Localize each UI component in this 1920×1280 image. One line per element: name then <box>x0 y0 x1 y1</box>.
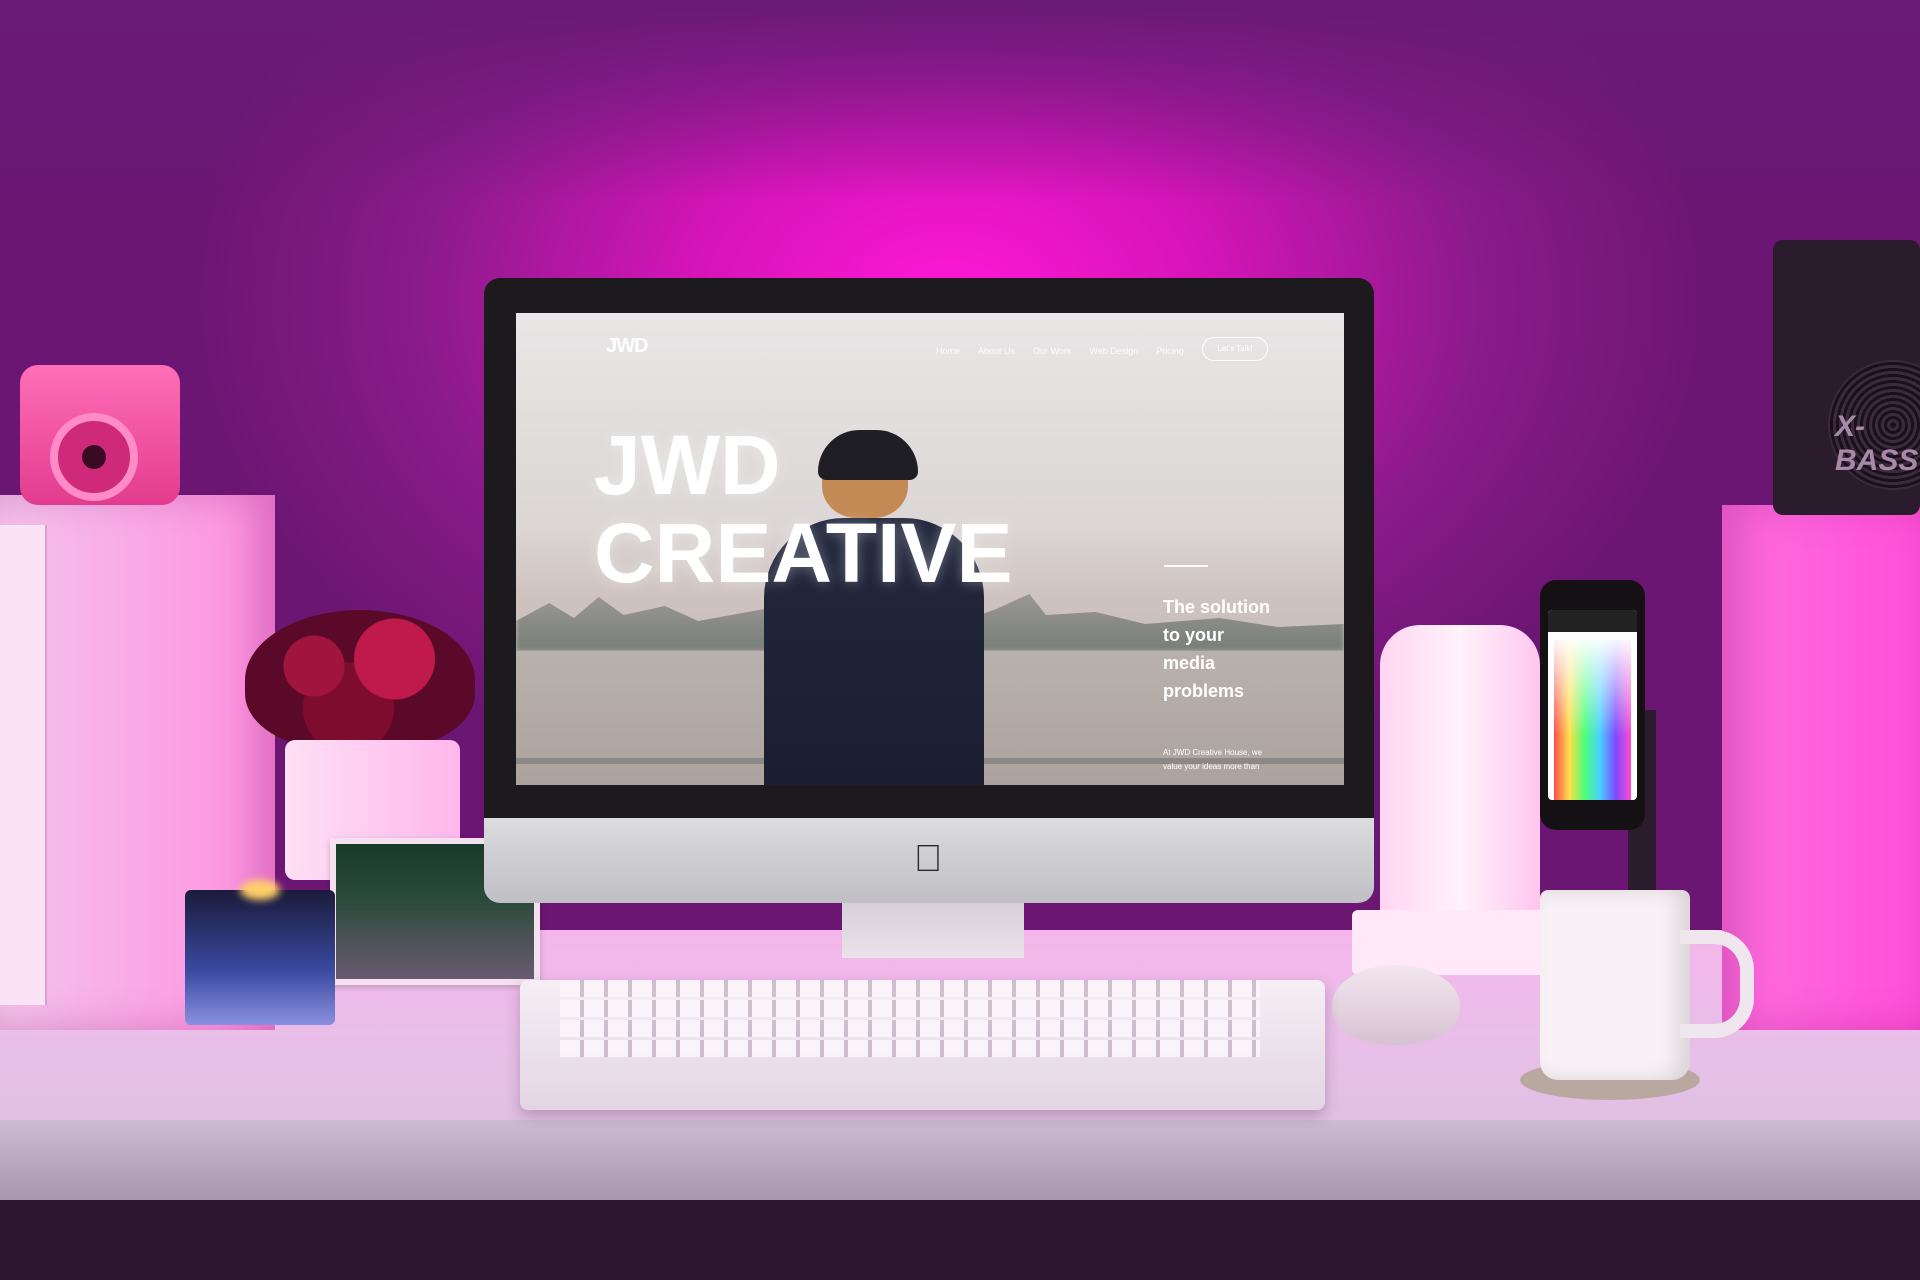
desk-edge <box>0 1120 1920 1200</box>
nav-pricing[interactable]: Pricing <box>1156 346 1184 356</box>
hero-body-text: At JWD Creative House, we value your ide… <box>1163 748 1263 771</box>
wall-shadow <box>0 0 1920 200</box>
hero-divider <box>1164 565 1208 567</box>
imac-stand <box>842 903 1024 958</box>
instant-camera <box>20 365 180 505</box>
site-logo[interactable]: JWD <box>606 335 648 358</box>
desk-scene: X-BASS  JWD Home About Us Our Work Web … <box>0 0 1920 1280</box>
nav-our-work[interactable]: Our Work <box>1033 346 1071 356</box>
nav-web-design[interactable]: Web Design <box>1089 346 1138 356</box>
keyboard-keys <box>560 980 1260 1060</box>
mug <box>1540 890 1754 1080</box>
right-cabinet <box>1722 505 1920 1030</box>
nav-home[interactable]: Home <box>936 346 960 356</box>
cabinet-door <box>0 525 47 1005</box>
site-nav: Home About Us Our Work Web Design Pricin… <box>936 346 1184 356</box>
phone-screen <box>1548 610 1637 800</box>
monitor-screen: JWD Home About Us Our Work Web Design Pr… <box>516 313 1344 785</box>
mouse <box>1332 965 1460 1045</box>
apple-logo-icon:  <box>908 838 948 880</box>
keyboard <box>520 980 1325 1110</box>
nav-about-us[interactable]: About Us <box>978 346 1015 356</box>
lets-talk-button[interactable]: Let's Talk! <box>1202 337 1268 361</box>
hero-tagline: The solution to your media problems <box>1163 597 1270 701</box>
smartphone <box>1540 580 1645 830</box>
floor <box>0 1200 1920 1280</box>
speaker-brand: X-BASS <box>1835 410 1919 477</box>
flower-bouquet <box>245 610 475 750</box>
candle <box>185 890 335 1025</box>
hero-title: JWD CREATIVE <box>594 421 1114 597</box>
boombox-speaker: X-BASS <box>1773 240 1920 515</box>
color-picker <box>1554 640 1631 800</box>
camera-lens <box>50 413 138 501</box>
hero-line-2: CREATIVE <box>594 506 1013 600</box>
phone-status-bar <box>1548 610 1637 632</box>
hero-line-1: JWD <box>594 418 781 512</box>
